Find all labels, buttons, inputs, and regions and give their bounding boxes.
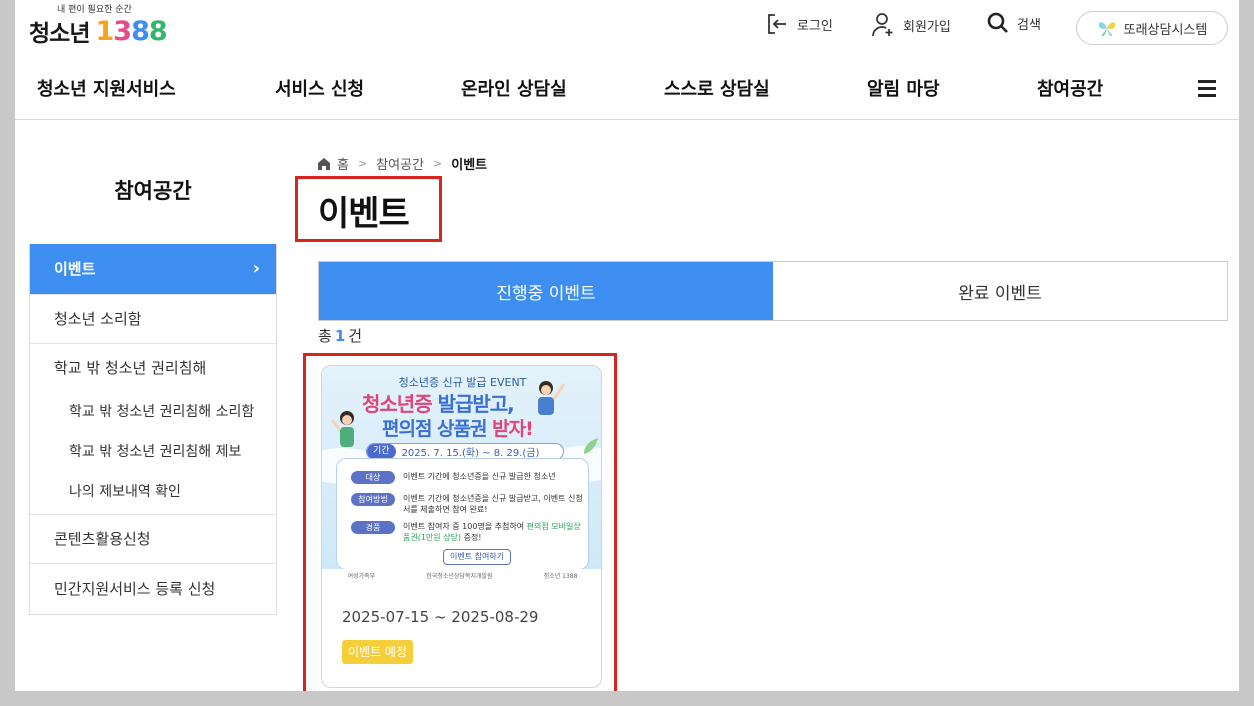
breadcrumb: 홈 > 참여공간 > 이벤트 <box>317 154 487 173</box>
event-date-range: 2025-07-15 ~ 2025-08-29 <box>342 608 539 626</box>
breadcrumb-home[interactable]: 홈 <box>337 154 349 173</box>
poster-footer-org: 청소년 1388 <box>543 572 578 580</box>
nav-participation[interactable]: 참여공간 <box>1037 75 1103 101</box>
status-badge: 이벤트 예정 <box>342 640 414 664</box>
poster-prize-label: 경품 <box>351 521 395 534</box>
total-number: 1 <box>334 327 346 345</box>
event-card[interactable]: 청소년증 신규 발급 EVENT 청소년증 발급받고, 편의점 상품권 받자! … <box>321 365 602 688</box>
search-label: 검색 <box>1017 17 1041 33</box>
system-label: 또래상담시스템 <box>1123 22 1208 38</box>
sidebar-item-rights-violation[interactable]: 학교 밖 청소년 권리침해 <box>30 343 276 392</box>
menu-icon[interactable] <box>1198 80 1216 97</box>
logo-digit: 8 <box>148 15 168 47</box>
poster-method-text: 이벤트 기간에 청소년증을 신규 발급받고, 이벤트 신청서를 제출하면 참여 … <box>403 494 583 514</box>
sidebar-item-suggestion-box[interactable]: 청소년 소리함 <box>30 294 276 343</box>
sidebar-subitem-rights-report[interactable]: 학교 밖 청소년 권리침해 제보 <box>30 432 276 472</box>
poster-target-text: 이벤트 기간에 청소년증을 신규 발급한 청소년 <box>403 472 556 481</box>
poster-footer: 여성가족부 한국청소년상담복지개발원 청소년 1388 <box>322 569 601 581</box>
poster-info-panel: 대상 이벤트 기간에 청소년증을 신규 발급한 청소년 참여방법 이벤트 기간에… <box>336 458 589 570</box>
nav-youth-support[interactable]: 청소년 지원서비스 <box>37 75 176 101</box>
nav-notice[interactable]: 알림 마당 <box>867 75 940 101</box>
tab-finished-events[interactable]: 완료 이벤트 <box>773 262 1227 320</box>
logo-text: 청소년 <box>29 21 90 47</box>
poster-target-row: 대상 이벤트 기간에 청소년증을 신규 발급한 청소년 <box>351 471 583 484</box>
nav-self-counseling[interactable]: 스스로 상담실 <box>664 75 770 101</box>
site-logo[interactable]: 청소년 1 3 8 8 <box>29 14 168 48</box>
poster-headline-1b: 발급받고, <box>431 392 515 416</box>
login-label: 로그인 <box>797 18 833 34</box>
search-icon <box>987 12 1008 33</box>
sidebar-item-content-use[interactable]: 콘텐츠활용신청 <box>30 514 276 563</box>
poster-headline-1: 청소년증 발급받고, <box>362 388 515 417</box>
total-prefix: 총 <box>318 327 332 345</box>
sidebar-subitem-label: 나의 제보내역 확인 <box>69 484 181 500</box>
poster-prize-text: 이벤트 참여자 중 100명을 추첨하여 편의점 모바일상품권(1만원 상당) … <box>403 521 583 543</box>
login-link[interactable]: 로그인 <box>765 12 833 36</box>
poster-period-value: 2025. 7. 15.(화) ~ 8. 29.(금) <box>401 448 540 459</box>
search-link[interactable]: 검색 <box>987 12 1041 34</box>
highlight-box-title <box>295 176 442 242</box>
poster-prize-a: 이벤트 참여자 중 100명을 추첨하여 <box>403 522 527 531</box>
girl-illustration <box>330 411 354 447</box>
main-nav: 청소년 지원서비스 서비스 신청 온라인 상담실 스스로 상담실 알림 마당 참… <box>15 60 1239 120</box>
leaf-decoration <box>584 438 598 454</box>
page: 청소년 1 3 8 8 로그인 회원가입 검색 또래상담시스템 청소년 지원서비… <box>15 0 1239 691</box>
sidebar-item-label: 콘텐츠활용신청 <box>54 530 151 548</box>
user-add-icon <box>872 13 893 37</box>
sidebar-title: 참여공간 <box>114 179 192 203</box>
slogan: 내 편이 필요한 순간 <box>57 5 132 15</box>
sidebar-subitem-label: 학교 밖 청소년 권리침해 제보 <box>69 444 242 460</box>
poster-headline-1a: 청소년증 <box>362 392 433 416</box>
login-icon <box>768 14 786 34</box>
peer-counseling-system-button[interactable]: 또래상담시스템 <box>1076 11 1228 45</box>
signup-label: 회원가입 <box>903 19 951 35</box>
poster-target-label: 대상 <box>351 471 395 484</box>
poster-headline-2: 편의점 상품권 받자! <box>382 414 534 441</box>
chevron-right-icon: > <box>433 157 443 170</box>
sidebar-subitem-label: 학교 밖 청소년 권리침해 소리함 <box>69 404 255 420</box>
sidebar-menu: 이벤트 › 청소년 소리함 학교 밖 청소년 권리침해 학교 밖 청소년 권리침… <box>29 244 277 615</box>
event-poster-image[interactable]: 청소년증 신규 발급 EVENT 청소년증 발급받고, 편의점 상품권 받자! … <box>322 366 601 581</box>
sidebar-item-label: 이벤트 <box>54 260 96 278</box>
breadcrumb-parent[interactable]: 참여공간 <box>376 154 424 173</box>
poster-method-row: 참여방법 이벤트 기간에 청소년증을 신규 발급받고, 이벤트 신청서를 제출하… <box>351 493 583 515</box>
poster-participate-button: 이벤트 참여하기 <box>443 549 511 565</box>
sidebar-subitem-rights-suggestion[interactable]: 학교 밖 청소년 권리침해 소리함 <box>30 392 276 432</box>
breadcrumb-current: 이벤트 <box>451 158 488 173</box>
butterfly-icon <box>1098 22 1115 37</box>
sidebar-item-label: 민간지원서비스 등록 신청 <box>54 580 216 598</box>
poster-method-label: 참여방법 <box>351 493 395 506</box>
total-count: 총1건 <box>318 325 362 346</box>
poster-prize-c: 증정! <box>461 533 482 542</box>
boy-illustration <box>538 381 566 415</box>
sidebar-subitem-my-reports[interactable]: 나의 제보내역 확인 <box>30 472 276 514</box>
poster-period-label: 기간 <box>367 444 396 459</box>
logo-number: 1 3 8 8 <box>95 15 168 47</box>
poster-footer-org: 한국청소년상담복지개발원 <box>426 572 493 580</box>
event-tabs: 진행중 이벤트 완료 이벤트 <box>318 261 1228 321</box>
logo-digit: 8 <box>131 15 150 47</box>
home-icon[interactable] <box>317 157 331 171</box>
tab-ongoing-events[interactable]: 진행중 이벤트 <box>319 262 773 320</box>
chevron-right-icon: › <box>252 258 260 279</box>
poster-footer-org: 여성가족부 <box>347 572 376 580</box>
poster-prize-row: 경품 이벤트 참여자 중 100명을 추첨하여 편의점 모바일상품권(1만원 상… <box>351 521 583 543</box>
signup-link[interactable]: 회원가입 <box>871 12 951 38</box>
logo-digit: 3 <box>113 15 132 47</box>
sidebar-item-label: 청소년 소리함 <box>54 310 142 328</box>
poster-headline-2b: 받자! <box>492 418 534 440</box>
chevron-right-icon: > <box>357 157 368 170</box>
sidebar-item-private-service[interactable]: 민간지원서비스 등록 신청 <box>30 563 276 614</box>
sidebar-item-event[interactable]: 이벤트 › <box>30 244 276 294</box>
sidebar-item-label: 학교 밖 청소년 권리침해 <box>54 359 207 377</box>
logo-digit: 1 <box>95 15 114 47</box>
poster-headline-2a: 편의점 상품권 <box>382 418 493 440</box>
nav-online-counseling[interactable]: 온라인 상담실 <box>461 75 567 101</box>
total-suffix: 건 <box>348 327 363 345</box>
nav-service-apply[interactable]: 서비스 신청 <box>275 75 364 101</box>
